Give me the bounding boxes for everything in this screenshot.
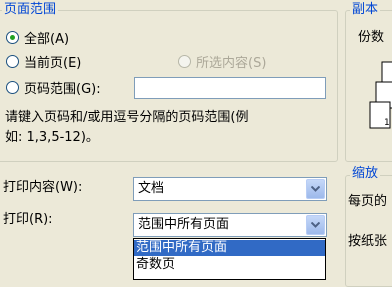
chevron-down-icon bbox=[311, 222, 320, 228]
print-label: 打印(R): bbox=[3, 212, 53, 227]
radio-all[interactable]: 全部(A) bbox=[6, 28, 70, 47]
chevron-down-icon bbox=[311, 186, 320, 192]
radio-all-label: 全部(A) bbox=[24, 31, 70, 47]
print-option-all-pages[interactable]: 范围中所有页面 bbox=[134, 240, 325, 256]
collate-page-number: 1 bbox=[384, 118, 390, 128]
copies-title: 副本 bbox=[350, 2, 381, 18]
print-what-value: 文档 bbox=[138, 181, 165, 196]
zoom-title: 缩放 bbox=[350, 166, 381, 182]
print-dropdown-button[interactable] bbox=[306, 215, 325, 235]
page-numbers-input[interactable] bbox=[134, 77, 326, 99]
scale-to-paper-label: 按纸张 bbox=[348, 234, 388, 249]
radio-current-page-circle[interactable] bbox=[6, 54, 19, 68]
print-what-select[interactable]: 文档 bbox=[133, 177, 327, 201]
print-what-label: 打印内容(W): bbox=[3, 180, 83, 195]
page-range-hint-line2: 如: 1,3,5-12)。 bbox=[5, 130, 99, 145]
print-what-dropdown-button[interactable] bbox=[306, 179, 325, 199]
radio-page-numbers[interactable]: 页码范围(G): bbox=[6, 78, 101, 97]
radio-selection: 所选内容(S) bbox=[178, 52, 267, 71]
radio-selection-label: 所选内容(S) bbox=[196, 55, 267, 71]
pages-per-sheet-label: 每页的 bbox=[348, 194, 388, 209]
zoom-group bbox=[345, 175, 392, 287]
radio-selection-circle bbox=[178, 54, 191, 68]
radio-page-numbers-circle[interactable] bbox=[6, 80, 19, 94]
copies-count-label: 份数 bbox=[358, 30, 385, 45]
page-range-title: 页面范围 bbox=[2, 2, 59, 18]
print-value: 范围中所有页面 bbox=[138, 217, 230, 232]
print-select[interactable]: 范围中所有页面 bbox=[133, 213, 327, 237]
page-range-hint-line1: 请键入页码和/或用逗号分隔的页码范围(例 bbox=[5, 110, 249, 125]
radio-current-page[interactable]: 当前页(E) bbox=[6, 52, 82, 71]
radio-page-numbers-label: 页码范围(G): bbox=[24, 81, 101, 97]
radio-all-circle[interactable] bbox=[6, 30, 19, 44]
radio-current-page-label: 当前页(E) bbox=[24, 55, 82, 71]
print-option-odd-pages[interactable]: 奇数页 bbox=[134, 257, 325, 273]
